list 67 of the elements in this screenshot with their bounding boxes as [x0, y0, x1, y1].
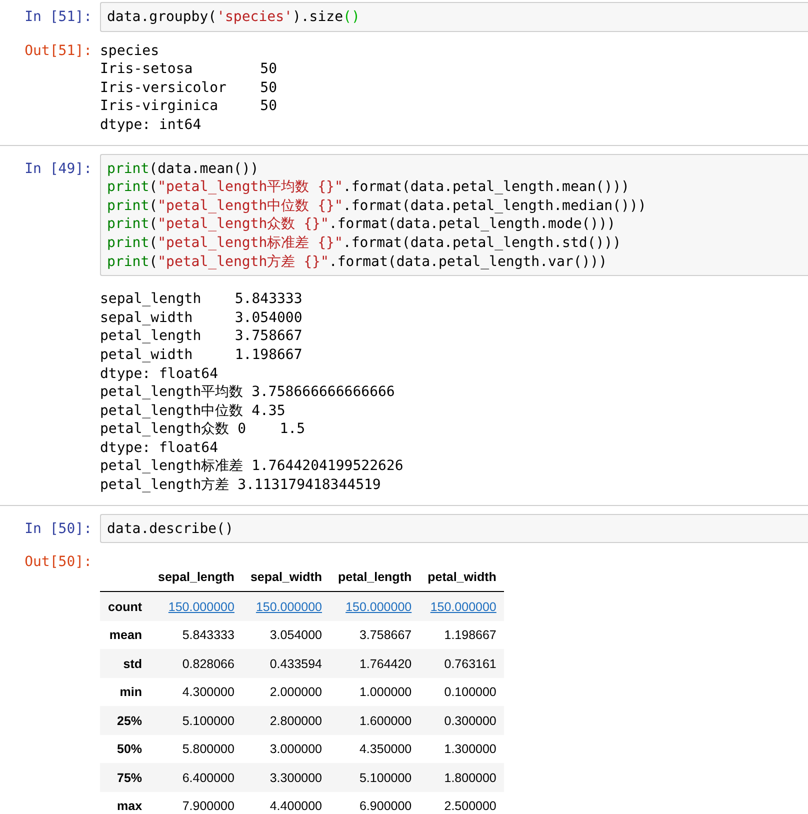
output-line: dtype: int64 [100, 116, 202, 135]
code-line: data.groupby('species').size() [107, 8, 361, 27]
code-cell[interactable]: data.describe() [100, 514, 808, 544]
table-cell: 0.763161 [444, 656, 496, 670]
output-line: dtype: float64 [100, 364, 220, 384]
row-label: 25% [100, 706, 150, 735]
code-cell[interactable]: data.groupby('species').size() [100, 2, 808, 32]
input-prompt: In [49]: [24, 160, 93, 178]
code-line: print("petal_length众数 {}".format(data.petal_length.mode())) [107, 215, 616, 234]
output-line: Iris-versicolor 50 [100, 78, 278, 98]
output-line: petal_length平均数 3.758666666666666 [100, 383, 396, 402]
table-cell: 3.300000 [270, 770, 322, 784]
table-cell: 1.000000 [359, 685, 412, 699]
output-prompt: Out[50]: [24, 553, 93, 572]
code-cell[interactable] [100, 154, 808, 276]
output-line: petal_length标准差 1.7644204199522626 [100, 457, 404, 476]
output-line: sepal_length 5.843333 [100, 290, 304, 309]
table-cell: 1.198667 [444, 628, 496, 642]
output-line: petal_length 3.758667 [100, 327, 304, 346]
row-label: count [100, 592, 150, 621]
table-cell: 4.350000 [359, 742, 412, 756]
table-cell: 2.500000 [444, 799, 496, 813]
table-cell: 4.400000 [270, 799, 322, 813]
table-cell: 1.800000 [444, 770, 496, 784]
table-cell: 0.100000 [444, 685, 496, 699]
table-cell: 2.800000 [270, 714, 322, 728]
table-cell: 1.300000 [444, 742, 496, 756]
row-label: mean [100, 620, 150, 650]
code-line: print("petal_length标准差 {}".format(data.petal_length.std())) [107, 234, 622, 253]
output-line: Iris-setosa 50 [100, 60, 278, 79]
code-line: print("petal_length平均数 {}".format(data.petal_length.mean())) [107, 178, 630, 197]
table-cell: 5.100000 [182, 714, 234, 728]
table-cell: 3.758667 [359, 628, 412, 642]
table-cell: 7.900000 [182, 799, 234, 813]
code-line: print("petal_length方差 {}".format(data.petal_length.var())) [107, 252, 608, 272]
row-label: 50% [100, 734, 150, 764]
table-cell: 3.054000 [270, 628, 322, 642]
output-line: sepal_width 3.054000 [100, 308, 304, 328]
input-prompt: In [51]: [24, 8, 93, 27]
input-prompt: In [50]: [24, 520, 93, 538]
output-prompt: Out[51]: [24, 42, 93, 60]
table-cell: 6.400000 [182, 770, 234, 784]
table-cell: 0.300000 [444, 714, 496, 728]
output-line: petal_length方差 3.113179418344519 [100, 476, 382, 495]
code-line: print("petal_length中位数 {}".format(data.petal_length.median())) [107, 196, 648, 216]
row-label: std [100, 649, 150, 678]
output-line: species [100, 42, 160, 60]
table-cell: 1.764420 [359, 656, 412, 670]
table-cell: 2.000000 [270, 685, 322, 699]
output-line: Iris-virginica 50 [100, 97, 278, 116]
table-cell: 5.800000 [182, 742, 234, 756]
table-cell: 6.900000 [359, 799, 412, 813]
table-cell: 4.300000 [182, 685, 234, 699]
table-cell: 0.828066 [182, 656, 234, 670]
output-line: petal_width 1.198667 [100, 346, 304, 364]
output-line: petal_length中位数 4.35 [100, 402, 286, 420]
table-cell: 5.100000 [359, 770, 412, 784]
row-label: 75% [100, 763, 150, 792]
table-cell: 3.000000 [270, 742, 322, 756]
table-cell: 5.843333 [182, 628, 234, 642]
table-cell: 0.433594 [270, 656, 322, 670]
code-line: data.describe() [107, 520, 234, 538]
row-label: min [100, 678, 150, 706]
table-cell: 1.600000 [359, 714, 412, 728]
output-line: petal_length众数 0 1.5 [100, 420, 306, 439]
output-line: dtype: float64 [100, 438, 220, 458]
code-line: print(data.mean()) [107, 160, 260, 178]
